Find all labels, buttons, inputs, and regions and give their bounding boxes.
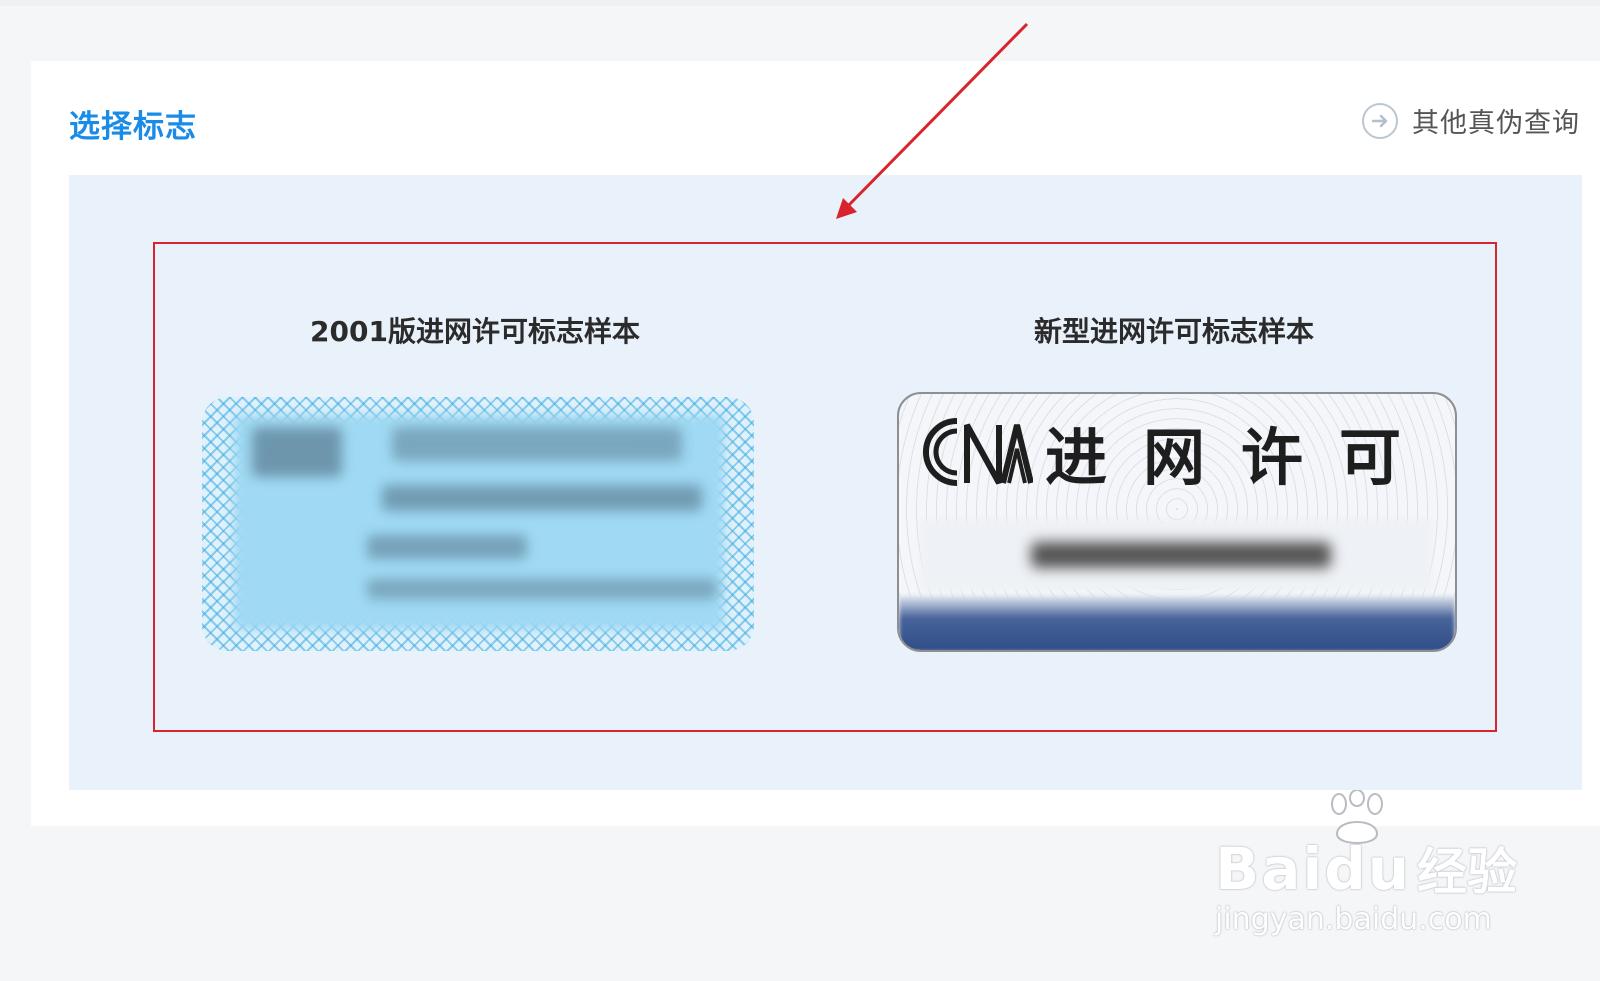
- cnta-logo-icon: [923, 418, 1033, 486]
- watermark-url: jingyan.baidu.com: [1215, 902, 1492, 937]
- baidu-jingyan-watermark: Baidu 经验 jingyan.baidu.com: [1215, 790, 1518, 937]
- blurred-code: [367, 535, 527, 559]
- blurred-blue-band: [899, 596, 1455, 650]
- top-strip: [0, 0, 1600, 6]
- other-verification-link[interactable]: 其他真伪查询: [1362, 101, 1580, 140]
- blurred-footer-text: [367, 579, 717, 599]
- blurred-id-strip: [921, 520, 1431, 590]
- card-title: 选择标志: [69, 109, 197, 145]
- blurred-id-number: [1031, 542, 1331, 568]
- sample-new-label-image[interactable]: 进网许可: [897, 392, 1457, 652]
- watermark-brand-cn: 经验: [1417, 843, 1518, 901]
- blurred-logo: [252, 427, 342, 477]
- blurred-heading: [392, 427, 682, 461]
- paw-icon: [1331, 790, 1383, 844]
- other-verification-label: 其他真伪查询: [1412, 108, 1580, 139]
- sample-title-2001: 2001版进网许可标志样本: [310, 315, 640, 348]
- label-header: 进网许可: [899, 394, 1455, 510]
- sample-title-new: 新型进网许可标志样本: [1033, 315, 1315, 348]
- label-main-text: 进网许可: [1045, 421, 1438, 494]
- blurred-number: [382, 485, 702, 511]
- sample-2001-label-image[interactable]: [202, 397, 754, 651]
- arrow-right-circle-icon: [1362, 102, 1398, 139]
